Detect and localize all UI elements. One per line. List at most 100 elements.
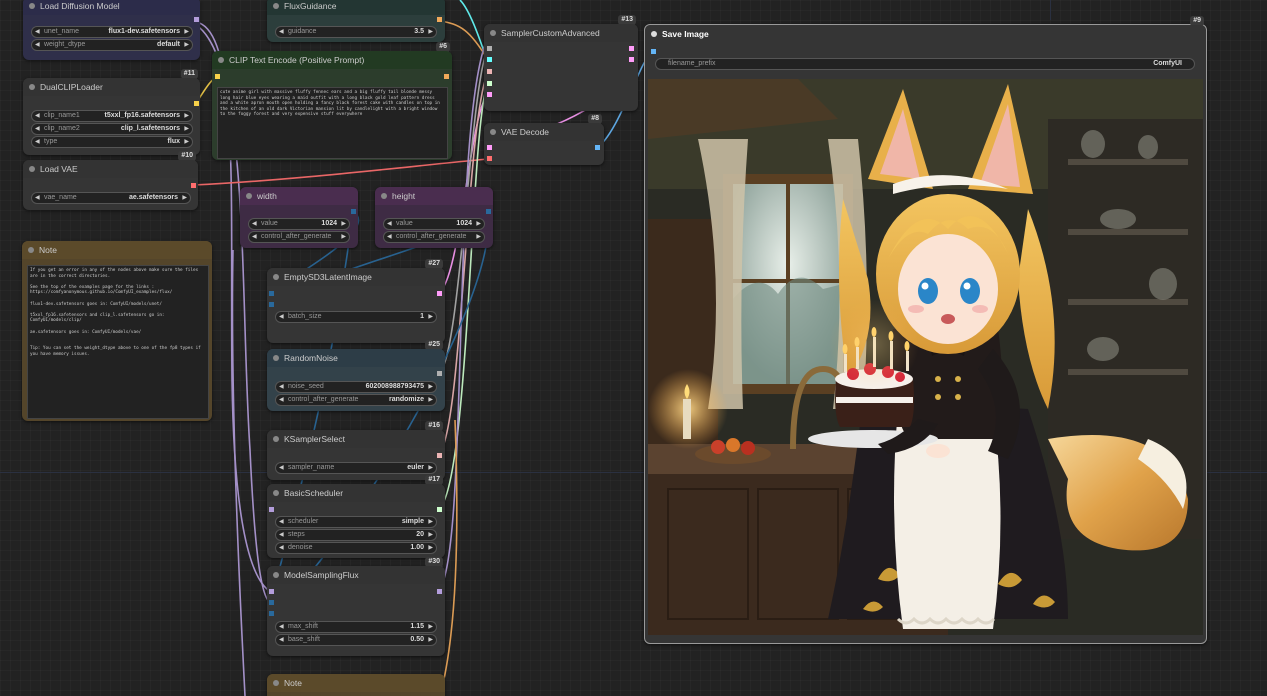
input-port-model[interactable] [269,589,274,594]
arrow-right-icon[interactable]: ▶ [182,193,187,203]
output-port-conditioning[interactable] [444,74,449,79]
node-load-diffusion-model[interactable]: Load Diffusion Model ◀ unet_name flux1-dev… [23,0,200,60]
input-port-clip[interactable] [215,74,220,79]
collapse-dot-icon[interactable] [490,30,496,36]
arrow-left-icon[interactable]: ◀ [252,219,257,229]
collapse-dot-icon[interactable] [273,436,279,442]
arrow-right-icon[interactable]: ▶ [476,219,481,229]
collapse-dot-icon[interactable] [218,57,224,63]
arrow-left-icon[interactable]: ◀ [279,382,284,392]
input-port-height[interactable] [269,611,274,616]
node-save-image[interactable]: #9 Save Image filename_prefix ComfyUI [644,16,1207,644]
widget-unet-name[interactable]: ◀ unet_name flux1-dev.safetensors ▶ [31,26,193,38]
arrow-right-icon[interactable]: ▶ [428,312,433,322]
output-port-model[interactable] [437,589,442,594]
collapse-dot-icon[interactable] [246,193,252,199]
collapse-dot-icon[interactable] [29,84,35,90]
collapse-dot-icon[interactable] [273,3,279,9]
output-port-latent[interactable] [437,291,442,296]
node-sampler-custom-advanced[interactable]: #13 SamplerCustomAdvanced [484,15,638,111]
arrow-right-icon[interactable]: ▶ [476,232,481,242]
output-port-image[interactable] [595,145,600,150]
collapse-dot-icon[interactable] [651,31,657,37]
widget-max-shift[interactable]: ◀ max_shift 1.15 ▶ [275,621,437,633]
widget-sampler-name[interactable]: ◀ sampler_name euler ▶ [275,462,437,474]
node-note-bottom[interactable]: Note [267,674,445,696]
output-port-clip[interactable] [194,101,199,106]
collapse-dot-icon[interactable] [381,193,387,199]
widget-denoise[interactable]: ◀ denoise 1.00 ▶ [275,542,437,554]
input-port-noise[interactable] [487,46,492,51]
input-port-sigmas[interactable] [487,81,492,86]
arrow-left-icon[interactable]: ◀ [279,622,284,632]
arrow-left-icon[interactable]: ◀ [279,312,284,322]
widget-clip-name2[interactable]: ◀ clip_name2 clip_l.safetensors ▶ [31,123,193,135]
collapse-dot-icon[interactable] [29,166,35,172]
generated-image[interactable] [648,79,1203,635]
arrow-left-icon[interactable]: ◀ [252,232,257,242]
arrow-right-icon[interactable]: ▶ [184,27,189,37]
node-clip-text-encode[interactable]: #6 CLIP Text Encode (Positive Prompt) cu… [212,42,452,160]
input-port-latent-image[interactable] [487,92,492,97]
widget-filename-prefix[interactable]: filename_prefix ComfyUI [655,58,1195,70]
arrow-left-icon[interactable]: ◀ [279,543,284,553]
node-title[interactable]: Load VAE [23,160,198,178]
arrow-left-icon[interactable]: ◀ [279,635,284,645]
arrow-right-icon[interactable]: ▶ [184,124,189,134]
collapse-dot-icon[interactable] [273,490,279,496]
node-model-sampling-flux[interactable]: #30 ModelSamplingFlux ◀ max_shift 1.15 ▶ ◀ b… [267,557,445,656]
node-title[interactable]: Load Diffusion Model [23,0,200,15]
output-port-vae[interactable] [191,183,196,188]
input-port-samples[interactable] [487,145,492,150]
collapse-dot-icon[interactable] [28,247,34,253]
collapse-dot-icon[interactable] [29,3,35,9]
arrow-left-icon[interactable]: ◀ [279,463,284,473]
arrow-right-icon[interactable]: ▶ [428,27,433,37]
node-dual-clip-loader[interactable]: #11 DualCLIPLoader ◀ clip_name1 t5xxl_fp16… [23,69,200,155]
node-height[interactable]: height ◀ value 1024 ▶ ◀ control_after_genera… [375,187,493,248]
output-port-int[interactable] [351,209,356,214]
arrow-left-icon[interactable]: ◀ [387,219,392,229]
arrow-left-icon[interactable]: ◀ [35,111,40,121]
node-title[interactable]: FluxGuidance [267,0,445,15]
output-port-int[interactable] [486,209,491,214]
arrow-right-icon[interactable]: ▶ [428,530,433,540]
arrow-right-icon[interactable]: ▶ [341,219,346,229]
node-title[interactable]: Note [22,241,212,259]
widget-weight-dtype[interactable]: ◀ weight_dtype default ▶ [31,39,193,51]
arrow-left-icon[interactable]: ◀ [35,137,40,147]
widget-base-shift[interactable]: ◀ base_shift 0.50 ▶ [275,634,437,646]
collapse-dot-icon[interactable] [273,680,279,686]
arrow-right-icon[interactable]: ▶ [428,517,433,527]
arrow-right-icon[interactable]: ▶ [428,463,433,473]
node-title[interactable]: DualCLIPLoader [23,78,200,96]
node-title[interactable]: KSamplerSelect [267,430,445,448]
node-width[interactable]: width ◀ value 1024 ▶ ◀ control_after_generat… [240,187,358,248]
arrow-left-icon[interactable]: ◀ [387,232,392,242]
arrow-right-icon[interactable]: ▶ [184,111,189,121]
widget-noise-seed[interactable]: ◀ noise_seed 602008988793475 ▶ [275,381,437,393]
prompt-textarea[interactable]: cute anime girl with massive fluffy fenn… [217,87,448,159]
output-port-sampler[interactable] [437,453,442,458]
node-ksampler-select[interactable]: #16 KSamplerSelect ◀ sampler_name euler ▶ [267,421,445,480]
widget-clip-name1[interactable]: ◀ clip_name1 t5xxl_fp16.safetensors ▶ [31,110,193,122]
input-port-images[interactable] [651,49,656,54]
collapse-dot-icon[interactable] [273,355,279,361]
arrow-left-icon[interactable]: ◀ [279,395,284,405]
input-port-width[interactable] [269,600,274,605]
node-title[interactable]: Save Image [645,25,1206,43]
widget-scheduler[interactable]: ◀ scheduler simple ▶ [275,516,437,528]
arrow-right-icon[interactable]: ▶ [341,232,346,242]
node-title[interactable]: width [240,187,358,205]
widget-width-value[interactable]: ◀ value 1024 ▶ [248,218,350,230]
widget-height-control[interactable]: ◀ control_after_generate ▶ [383,231,485,243]
note-textarea[interactable]: If you get an error in any of the nodes … [27,265,209,419]
node-title[interactable]: Note [267,674,445,692]
input-port-vae[interactable] [487,156,492,161]
arrow-right-icon[interactable]: ▶ [184,40,189,50]
arrow-left-icon[interactable]: ◀ [35,40,40,50]
output-port-model[interactable] [194,17,199,22]
output-port-conditioning[interactable] [437,17,442,22]
output-port-output[interactable] [629,46,634,51]
widget-noise-control[interactable]: ◀ control_after_generate randomize ▶ [275,394,437,406]
